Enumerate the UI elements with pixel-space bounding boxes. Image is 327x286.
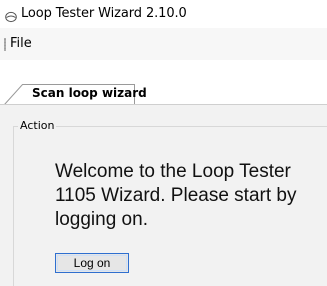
menu-grip-handle: [4, 38, 6, 51]
log-on-button[interactable]: Log on: [55, 253, 129, 273]
app-icon: [5, 8, 17, 23]
welcome-message: Welcome to the Loop Tester 1105 Wizard. …: [55, 161, 297, 230]
tab-scan-loop-wizard[interactable]: Scan loop wizard: [4, 83, 164, 105]
log-on-button-label: Log on: [73, 256, 111, 270]
menu-item-file[interactable]: File: [10, 36, 32, 51]
title-bar: Loop Tester Wizard 2.10.0: [0, 0, 327, 28]
tab-label: Scan loop wizard: [32, 86, 147, 100]
window-title: Loop Tester Wizard 2.10.0: [21, 6, 187, 21]
action-group-label: Action: [18, 119, 57, 132]
menu-bar: [0, 28, 327, 60]
